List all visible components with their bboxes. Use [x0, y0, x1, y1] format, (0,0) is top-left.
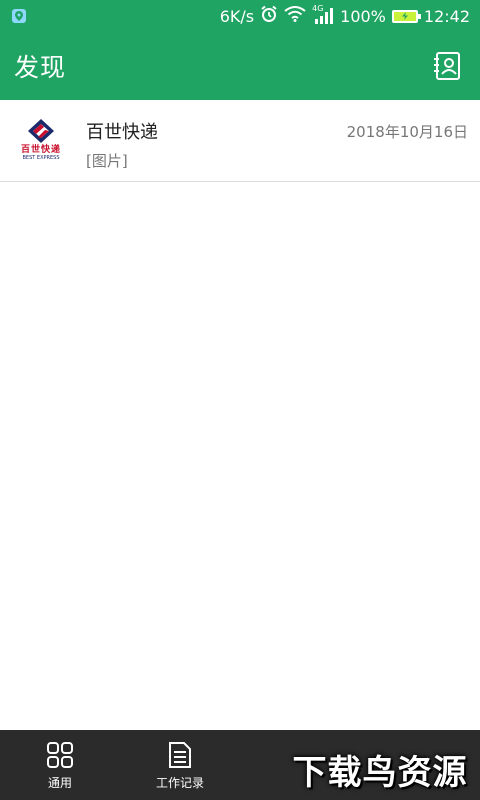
- clock: 12:42: [423, 6, 470, 26]
- battery-icon: [391, 9, 421, 23]
- nav-label: 通用: [47, 775, 72, 790]
- net-speed: 6K/s: [219, 6, 255, 26]
- page-title: 发现: [14, 53, 67, 82]
- conversation-list: 百世快递 BEST EXPRESS 百世快递 [图片] 2018年10月16日: [0, 100, 480, 182]
- wifi-icon: [284, 6, 306, 26]
- best-express-logo: 百世快递 BEST EXPRESS: [16, 118, 66, 164]
- document-icon: [165, 740, 195, 770]
- nav-item-work-records[interactable]: 工作记录: [120, 730, 240, 800]
- notification-icon: [12, 9, 26, 23]
- watermark: 下载鸟资源: [292, 752, 468, 793]
- item-preview: [图片]: [86, 152, 128, 170]
- signal-icon: 4G: [312, 4, 334, 25]
- status-left: [12, 9, 26, 23]
- nav-item-general[interactable]: 通用: [0, 730, 120, 800]
- status-right: 6K/s 4G 100% 12:42: [219, 4, 470, 27]
- app-bar: 发现: [0, 32, 480, 100]
- nav-label: 工作记录: [155, 775, 204, 790]
- contacts-button[interactable]: [430, 49, 464, 83]
- item-date: 2018年10月16日: [346, 123, 468, 141]
- contacts-icon: [434, 52, 460, 80]
- status-bar: 6K/s 4G 100% 12:42: [0, 0, 480, 32]
- alarm-icon: [260, 5, 278, 27]
- item-title: 百世快递: [86, 122, 158, 143]
- logo-mark: [28, 119, 54, 143]
- grid-icon: [45, 740, 75, 770]
- screen: 6K/s 4G 100% 12:42 发现 百世快递 BEST EXPRESS …: [0, 0, 480, 800]
- logo-text-cn: 百世快递: [20, 145, 61, 155]
- logo-text-en: BEST EXPRESS: [22, 155, 60, 161]
- battery-percent: 100%: [340, 6, 386, 26]
- list-item[interactable]: 百世快递 BEST EXPRESS 百世快递 [图片] 2018年10月16日: [0, 100, 480, 182]
